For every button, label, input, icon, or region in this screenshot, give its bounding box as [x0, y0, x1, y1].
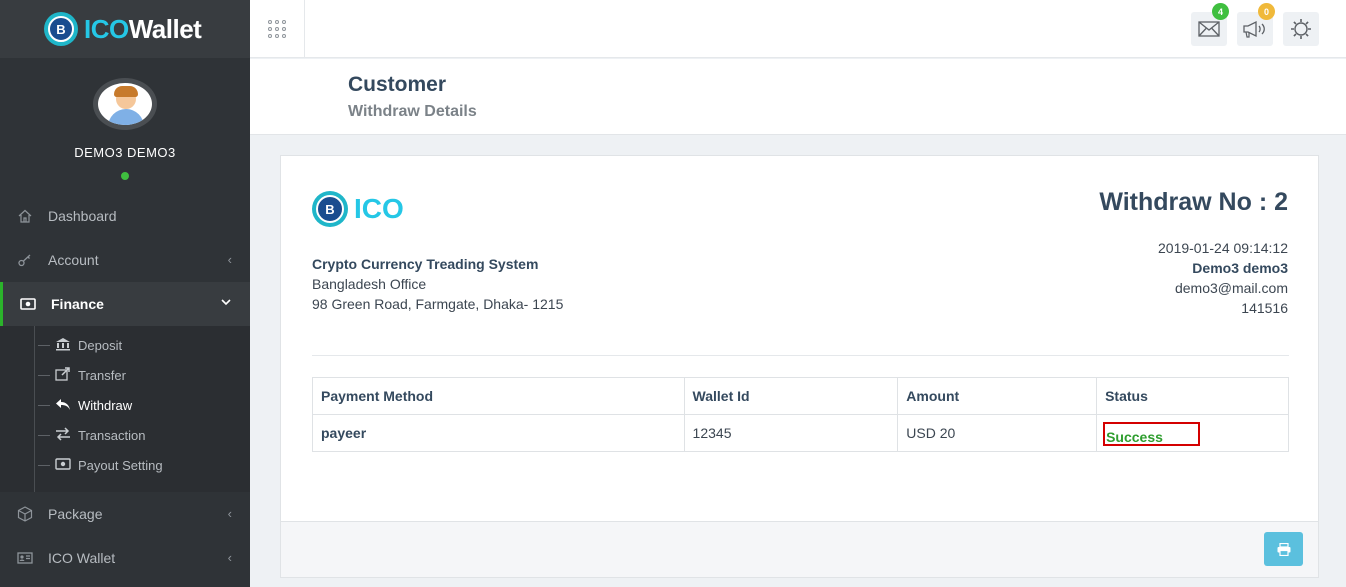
withdraw-meta: 2019-01-24 09:14:12 Demo3 demo3 demo3@ma…: [1158, 238, 1288, 318]
brand[interactable]: B ICOWallet: [0, 0, 250, 58]
withdraw-number: Withdraw No : 2: [1099, 188, 1288, 216]
brand-prefix: ICO: [84, 13, 129, 44]
customer-name: Demo3 demo3: [1192, 260, 1288, 276]
grid-icon: [268, 20, 286, 38]
divider: [312, 355, 1289, 356]
apps-grid-button[interactable]: [250, 0, 305, 58]
sidebar-item-finance[interactable]: Finance: [0, 282, 250, 326]
settings-button[interactable]: [1283, 12, 1319, 46]
customer-email: demo3@mail.com: [1174, 280, 1288, 296]
table-header-row: Payment Method Wallet Id Amount Status: [312, 377, 1289, 415]
company-info: Crypto Currency Treading System Banglade…: [312, 254, 563, 314]
customer-id: 141516: [1241, 300, 1288, 316]
withdraw-table: Payment Method Wallet Id Amount Status p…: [312, 377, 1289, 452]
submenu-item-transfer[interactable]: Transfer: [0, 360, 250, 390]
sidebar-item-ico-wallet[interactable]: ICO Wallet ‹: [0, 536, 250, 580]
page-header: Customer Withdraw Details: [250, 59, 1346, 135]
column-header: Status: [1096, 377, 1289, 415]
user-name: DEMO3 DEMO3: [74, 145, 176, 160]
sidebar-item-label: Package: [48, 506, 103, 522]
column-header: Payment Method: [312, 377, 685, 415]
withdraw-datetime: 2019-01-24 09:14:12: [1158, 240, 1288, 256]
submenu-item-deposit[interactable]: Deposit: [0, 330, 250, 360]
sidebar-item-label: Account: [48, 252, 99, 268]
announcements-badge: 0: [1258, 3, 1275, 20]
envelope-icon: [1198, 21, 1220, 37]
company-address: 98 Green Road, Farmgate, Dhaka- 1215: [312, 296, 564, 312]
sidebar: B ICOWallet DEMO3 DEMO3 Dashboard Accoun…: [0, 0, 250, 587]
brand-logo-icon: B: [44, 12, 78, 46]
ico-logo-glyph: B: [316, 195, 344, 223]
submenu-item-label: Withdraw: [78, 397, 133, 413]
submenu-item-label: Deposit: [78, 337, 123, 353]
avatar[interactable]: [93, 78, 157, 130]
chevron-down-icon: [220, 296, 232, 311]
ico-logo-icon: B: [312, 191, 348, 227]
money-icon: [54, 457, 72, 474]
card-footer: [281, 521, 1318, 577]
page-title: Customer: [348, 73, 447, 96]
company-office: Bangladesh Office: [312, 276, 427, 292]
announcements-button[interactable]: 0: [1237, 3, 1275, 46]
submenu-item-label: Payout Setting: [78, 457, 163, 473]
print-button[interactable]: [1264, 532, 1303, 566]
messages-button[interactable]: 4: [1191, 3, 1229, 46]
user-profile: DEMO3 DEMO3: [0, 58, 250, 194]
share-icon: [54, 366, 72, 384]
print-icon: [1277, 542, 1290, 556]
status-badge: Success: [1103, 422, 1201, 446]
topbar: 4 0: [250, 0, 1346, 58]
chevron-left-icon: ‹: [227, 506, 232, 521]
submenu-item-label: Transaction: [78, 427, 146, 443]
amount-cell: USD 20: [897, 414, 1098, 452]
payment-method-cell: payeer: [312, 414, 685, 452]
chevron-left-icon: ‹: [227, 252, 232, 267]
ico-logo-text: ICO: [354, 193, 404, 224]
brand-text: ICOWallet: [84, 13, 202, 45]
reply-icon: [54, 397, 72, 414]
bank-icon: [54, 337, 72, 354]
withdraw-details-card: B ICO Crypto Currency Treading System Ba…: [280, 155, 1319, 578]
key-icon: [16, 251, 34, 269]
messages-badge: 4: [1212, 3, 1229, 20]
online-status-dot: [121, 172, 129, 180]
submenu-item-payout-setting[interactable]: Payout Setting: [0, 450, 250, 480]
submenu-item-label: Transfer: [78, 367, 126, 383]
sidebar-item-package[interactable]: Package ‹: [0, 492, 250, 536]
sidebar-item-label: Finance: [51, 296, 104, 312]
sidebar-item-label: ICO Wallet: [48, 550, 116, 566]
status-cell: Success: [1096, 414, 1289, 452]
id-card-icon: [16, 549, 34, 567]
brand-logo-glyph: B: [48, 16, 74, 42]
chevron-left-icon: ‹: [227, 550, 232, 565]
column-header: Amount: [897, 377, 1098, 415]
brand-suffix: Wallet: [128, 13, 202, 44]
sidebar-item-label: Dashboard: [48, 208, 117, 224]
money-icon: [19, 295, 37, 313]
megaphone-icon: [1243, 20, 1265, 38]
exchange-icon: [54, 426, 72, 444]
company-name: Crypto Currency Treading System: [312, 256, 539, 272]
finance-submenu: Deposit Transfer Withdraw Transaction Pa…: [0, 326, 250, 492]
gear-icon: [1291, 19, 1311, 39]
cube-icon: [16, 505, 34, 523]
home-icon: [16, 207, 34, 225]
page-subtitle: Withdraw Details: [348, 103, 477, 120]
submenu-item-withdraw[interactable]: Withdraw: [0, 390, 250, 420]
column-header: Wallet Id: [683, 377, 899, 415]
submenu-item-transaction[interactable]: Transaction: [0, 420, 250, 450]
wallet-id-cell: 12345: [683, 414, 899, 452]
table-row: payeer 12345 USD 20 Success: [312, 414, 1289, 452]
sidebar-item-dashboard[interactable]: Dashboard: [0, 194, 250, 238]
ico-logo: B ICO: [312, 191, 404, 227]
sidebar-item-account[interactable]: Account ‹: [0, 238, 250, 282]
